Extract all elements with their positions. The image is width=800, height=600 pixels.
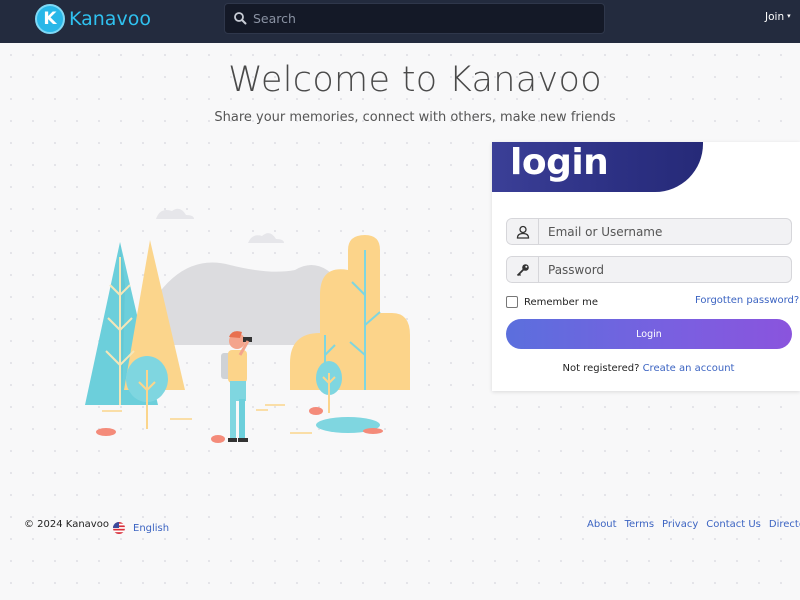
password-input[interactable] bbox=[539, 257, 791, 282]
logo-icon: K bbox=[35, 4, 65, 34]
footer-link-about[interactable]: About bbox=[587, 519, 617, 530]
search-input[interactable] bbox=[253, 4, 604, 33]
remember-me: Remember me bbox=[506, 296, 598, 308]
login-title: login bbox=[510, 142, 609, 183]
register-prompt: Not registered? Create an account bbox=[492, 363, 800, 374]
search-icon bbox=[231, 3, 253, 34]
chevron-down-icon: ▾ bbox=[787, 12, 791, 20]
login-button[interactable]: Login bbox=[506, 319, 792, 349]
top-navbar: K Kanavoo Join▾ bbox=[0, 0, 800, 43]
join-label: Join bbox=[765, 11, 785, 23]
remember-me-label[interactable]: Remember me bbox=[524, 297, 598, 308]
footer-links: About Terms Privacy Contact Us Directory bbox=[587, 519, 800, 530]
language-selector[interactable]: English bbox=[113, 519, 169, 538]
remember-me-checkbox[interactable] bbox=[506, 296, 518, 308]
footer-link-directory[interactable]: Directory bbox=[769, 519, 800, 530]
user-icon bbox=[507, 219, 539, 244]
email-input[interactable] bbox=[539, 219, 791, 244]
site-logo[interactable]: K Kanavoo bbox=[35, 4, 151, 34]
create-account-link[interactable]: Create an account bbox=[643, 363, 735, 374]
language-label: English bbox=[133, 523, 170, 534]
us-flag-icon bbox=[113, 519, 125, 538]
page-title: Welcome to Kanavoo bbox=[228, 60, 602, 100]
password-field bbox=[506, 256, 792, 283]
email-field bbox=[506, 218, 792, 245]
search-bar bbox=[224, 3, 605, 34]
join-dropdown-button[interactable]: Join ▾ bbox=[765, 11, 791, 23]
page-subtitle: Share your memories, connect with others… bbox=[214, 110, 616, 125]
footer-link-privacy[interactable]: Privacy bbox=[662, 519, 698, 530]
login-card: login Remember me Forgotten password? Lo… bbox=[492, 142, 800, 391]
not-registered-text: Not registered? bbox=[562, 363, 640, 374]
login-banner: login bbox=[492, 142, 703, 192]
footer-link-terms[interactable]: Terms bbox=[625, 519, 654, 530]
copyright: © 2024 Kanavoo bbox=[24, 519, 109, 530]
forgot-password-link[interactable]: Forgotten password? bbox=[695, 295, 799, 306]
logo-text: Kanavoo bbox=[69, 8, 151, 30]
key-icon bbox=[507, 257, 539, 282]
hiker-illustration bbox=[80, 195, 420, 450]
footer-link-contact[interactable]: Contact Us bbox=[706, 519, 761, 530]
